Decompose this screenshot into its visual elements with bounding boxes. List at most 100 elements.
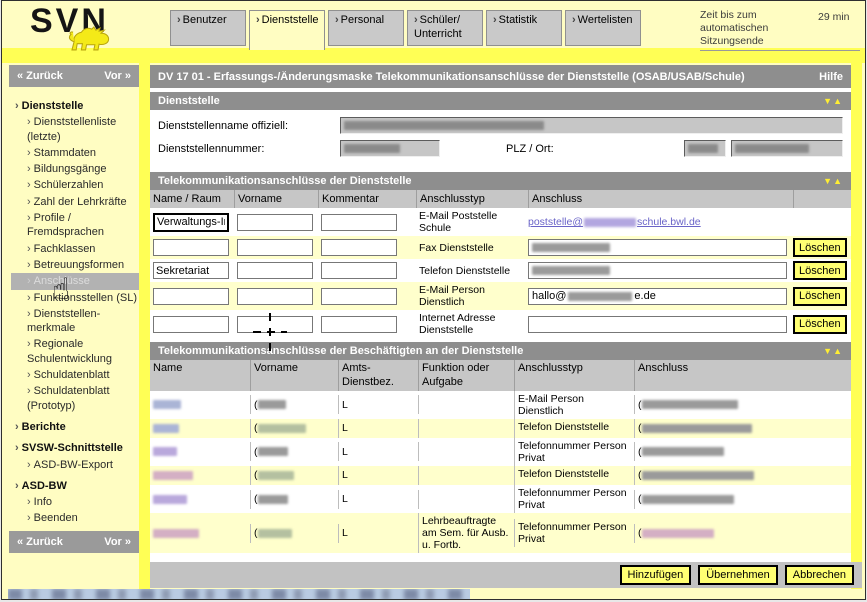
tab-wertelisten[interactable]: ›Wertelisten [565,10,641,46]
nav-arrow-icon: › [27,292,31,304]
sidebar-item-beenden[interactable]: ›Beenden [11,510,139,526]
sidebar-item-stammdaten[interactable]: ›Stammdaten [11,145,139,161]
abbrechen-button[interactable]: Abbrechen [785,565,854,585]
tab-arrow-icon: › [335,14,339,26]
name-cell [150,442,250,461]
anschlusstyp-cell: Telefonnummer Person Privat [514,519,634,547]
funktion-cell [418,466,514,485]
tab-statistik[interactable]: ›Statistik [486,10,562,46]
back-button[interactable]: « Zurück [17,536,63,548]
redacted-text [258,529,292,538]
vorname-input[interactable] [237,239,313,256]
anschlusstyp-cell: Telefon Dienststelle [514,419,634,438]
kommentar-input[interactable] [321,262,397,279]
redacted-text [344,121,544,130]
sidebar-item-asd-bw-export[interactable]: ›ASD-BW-Export [11,457,139,473]
sidebar-item-asd-bw[interactable]: ›ASD-BW [11,478,139,494]
sidebar-item-dienststelle[interactable]: ›Dienststelle [11,98,139,114]
name-input[interactable] [153,213,229,232]
name-input[interactable] [153,316,229,333]
sidebar-item-dienststellenliste-letzte[interactable]: ›Dienststellenliste (letzte) [11,114,139,145]
sidebar-item-zahl-der-lehrkr-fte[interactable]: ›Zahl der Lehrkräfte [11,194,139,210]
collapse-expand-icon[interactable]: ▼▲ [823,176,843,186]
dienststellennummer-field [340,140,440,157]
loeschen-button[interactable]: Löschen [793,238,847,257]
crosshair-cursor [253,331,287,333]
loeschen-button[interactable]: Löschen [793,315,847,334]
nav-arrow-icon: › [27,385,31,397]
vorname-input[interactable] [237,288,313,305]
vorname-input[interactable] [237,214,313,231]
row-actions: Löschen [793,238,851,257]
ort-field [731,140,843,157]
sidebar-item-dienststellen-merkmale[interactable]: ›Dienststellen-merkmale [11,306,139,337]
bracket-text: ( [254,493,258,505]
sidebar-item-profile-fremdsprachen[interactable]: ›Profile / Fremdsprachen [11,210,139,241]
name-input[interactable] [153,262,229,279]
kommentar-input[interactable] [321,316,397,333]
sidebar-item-berichte[interactable]: ›Berichte [11,419,139,435]
sidebar-item-svsw-schnittstelle[interactable]: ›SVSW-Schnittstelle [11,440,139,456]
nav-arrow-icon: › [15,442,19,454]
collapse-expand-icon[interactable]: ▼▲ [823,346,843,356]
beschaeftigte-row: (LTelefon Dienststelle( [150,419,851,438]
sidebar-item-label: Schülerzahlen [34,179,104,191]
redacted-text [258,471,294,480]
redacted-text [153,529,199,538]
section-header-dienststelle: Dienststelle ▼▲ [150,92,851,110]
anschluss-input[interactable]: hallo@e.de [528,288,787,305]
sidebar-item-schuldatenblatt[interactable]: ›Schuldatenblatt [11,367,139,383]
sidebar-item-fachklassen[interactable]: ›Fachklassen [11,241,139,257]
back-button[interactable]: « Zurück [17,70,63,82]
help-link[interactable]: Hilfe [819,71,843,83]
anschluss-input[interactable] [528,262,787,279]
nav-arrow-icon: › [27,369,31,381]
bracket-text: ( [638,493,642,505]
redacted-text [153,447,177,456]
email-link[interactable]: poststelle@schule.bwl.de [528,216,793,228]
bracket-text: ( [254,399,258,411]
sidebar-item-label: Betreuungsformen [34,259,125,271]
tab-arrow-icon: › [177,14,181,26]
tab-personal[interactable]: ›Personal [328,10,404,46]
vorname-input[interactable] [237,262,313,279]
nav-arrow-icon: › [15,480,19,492]
sidebar-item-bildungsg-nge[interactable]: ›Bildungsgänge [11,161,139,177]
hinzuf-gen-button[interactable]: Hinzufügen [620,565,692,585]
loeschen-button[interactable]: Löschen [793,287,847,306]
sidebar-item-funktionsstellen-sl[interactable]: ›Funktionsstellen (SL) [11,290,139,306]
sidebar-item-label: ASD-BW-Export [34,459,113,471]
sidebar-item-schuldatenblatt-prototyp[interactable]: ›Schuldatenblatt (Prototyp) [11,383,139,414]
beschaeftigte-row: (LTelefonnummer Person Privat( [150,438,851,466]
anschluss-cell: ( [634,442,851,461]
anschluss-input[interactable] [528,316,787,333]
forward-button[interactable]: Vor » [104,536,131,548]
kommentar-input[interactable] [321,288,397,305]
sidebar-item-betreuungsformen[interactable]: ›Betreuungsformen [11,257,139,273]
vorname-cell: ( [250,490,338,509]
page-title-bar: DV 17 01 - Erfassungs-/Änderungsmaske Te… [150,65,851,88]
sidebar-item-regionale-schulentwicklung[interactable]: ›Regionale Schulentwicklung [11,336,139,367]
bernehmen-button[interactable]: Übernehmen [698,565,778,585]
funktion-cell [418,419,514,438]
tab-dienststelle[interactable]: ›Dienststelle [249,10,325,50]
anschluss-input[interactable] [528,239,787,256]
sidebar-item-label: Zahl der Lehrkräfte [34,196,127,208]
loeschen-button[interactable]: Löschen [793,261,847,280]
name-input[interactable] [153,288,229,305]
tab-sch-ler-unterricht[interactable]: ›Schüler/ Unterricht [407,10,483,46]
forward-button[interactable]: Vor » [104,70,131,82]
kommentar-input[interactable] [321,239,397,256]
tab-benutzer[interactable]: ›Benutzer [170,10,246,46]
tab-arrow-icon: › [493,14,497,26]
sidebar-item-anschl-sse[interactable]: ›Anschlüsse [11,273,139,289]
redacted-text [258,424,306,433]
sidebar-item-info[interactable]: ›Info [11,494,139,510]
collapse-expand-icon[interactable]: ▼▲ [823,96,843,106]
link-text: poststelle@ [528,216,583,228]
anschluss-cell: ( [634,419,851,438]
redacted-text [532,243,610,252]
kommentar-input[interactable] [321,214,397,231]
sidebar-item-sch-lerzahlen[interactable]: ›Schülerzahlen [11,177,139,193]
name-input[interactable] [153,239,229,256]
